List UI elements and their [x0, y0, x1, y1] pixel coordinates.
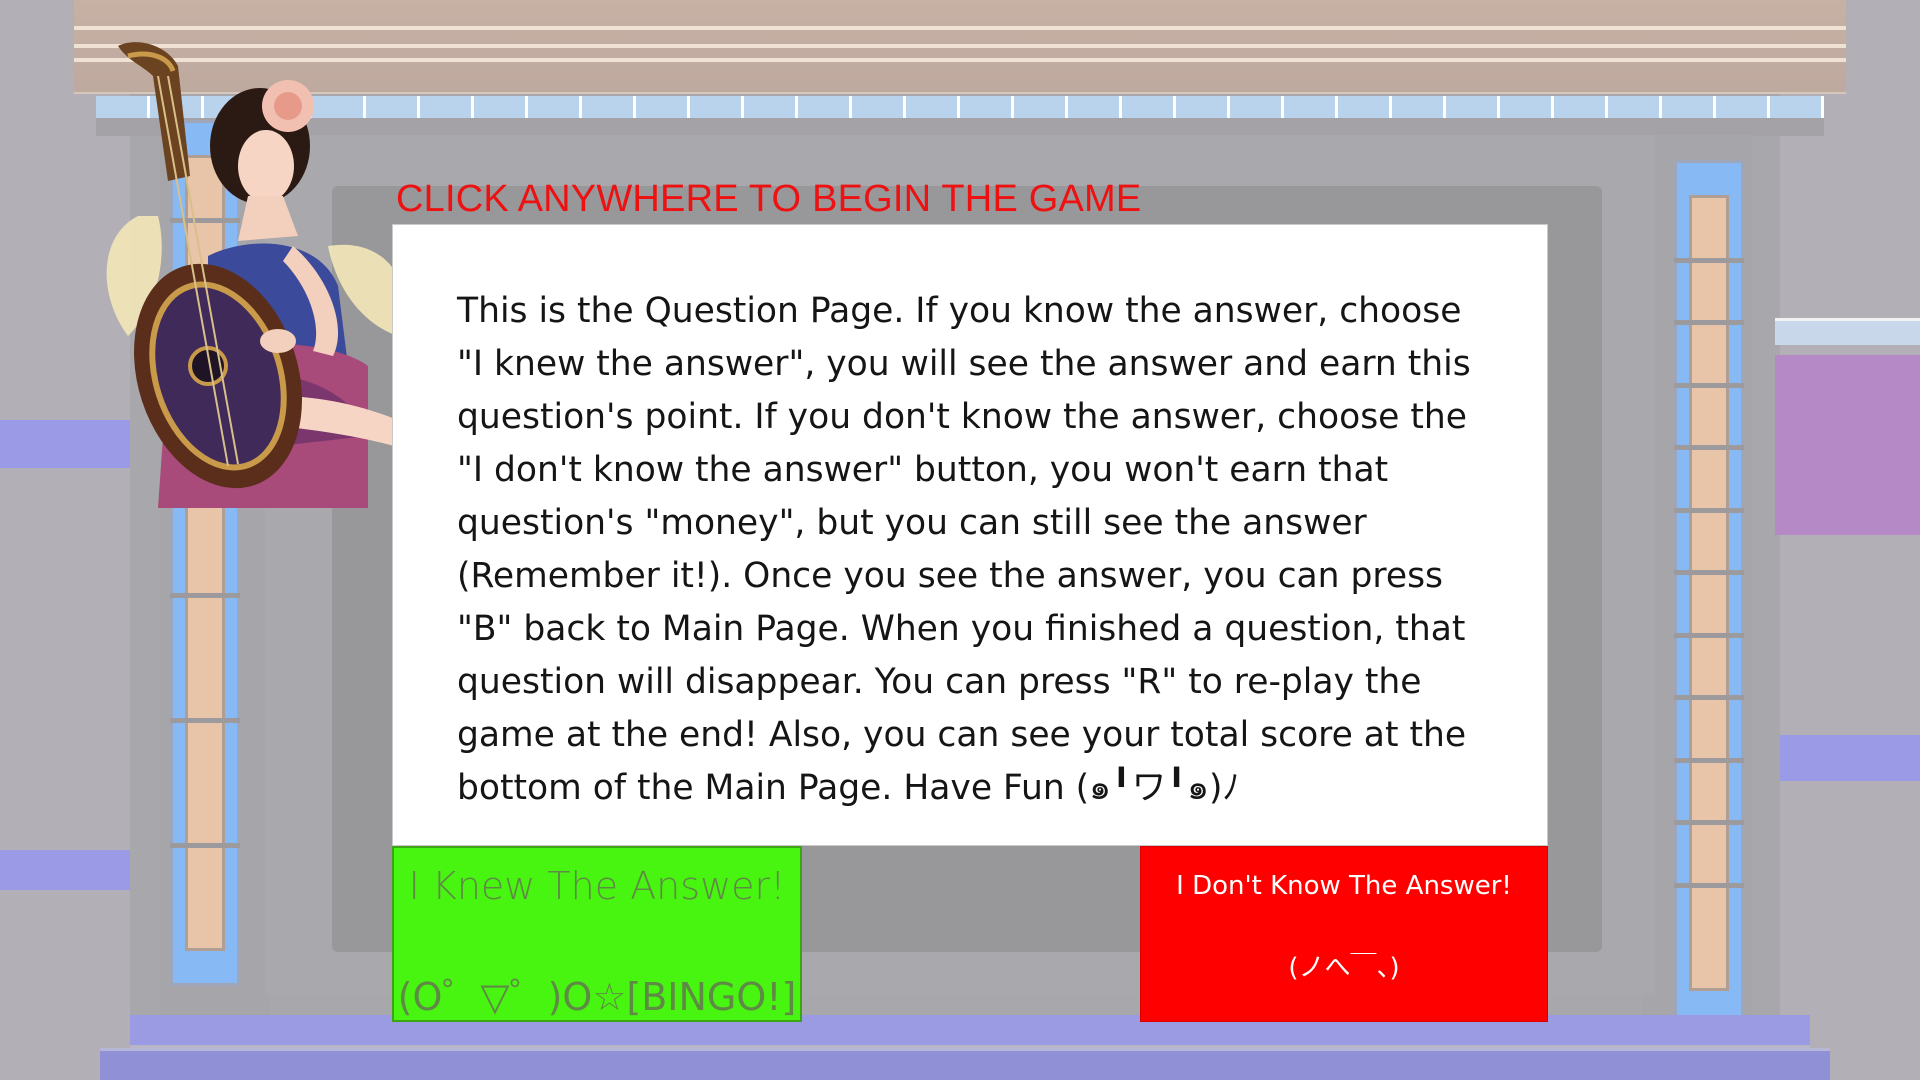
knew-answer-label: I Knew The Answer! [408, 864, 786, 908]
instructions-text: This is the Question Page. If you know t… [457, 291, 1471, 808]
knew-answer-button[interactable]: I Knew The Answer! (O゜▽゜)O☆[BINGO!] [392, 846, 802, 1022]
stage-step [100, 1048, 1830, 1080]
dont-know-answer-label: I Don't Know The Answer! [1176, 871, 1512, 901]
right-wall [1780, 0, 1920, 1080]
right-pillar [1674, 160, 1744, 1026]
right-wall-panel [1775, 355, 1920, 535]
begin-game-prompt[interactable]: CLICK ANYWHERE TO BEGIN THE GAME [396, 178, 1141, 221]
dont-know-answer-button[interactable]: I Don't Know The Answer! (ノへ￣、) [1140, 846, 1548, 1022]
dont-know-answer-emoticon: (ノへ￣、) [1288, 953, 1400, 983]
left-wall-stripe-lower [0, 850, 130, 890]
right-wall-stripe [1780, 735, 1920, 781]
right-wall-shelf [1775, 318, 1920, 345]
knew-answer-emoticon: (O゜▽゜)O☆[BINGO!] [397, 975, 797, 1019]
instructions-panel: This is the Question Page. If you know t… [392, 224, 1548, 846]
game-stage[interactable]: CLICK ANYWHERE TO BEGIN THE GAME This is… [0, 0, 1920, 1080]
